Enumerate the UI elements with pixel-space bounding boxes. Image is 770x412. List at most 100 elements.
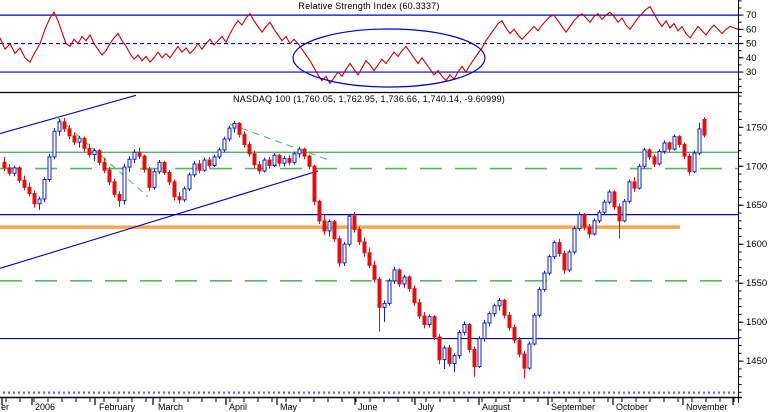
month-label-June: June [358,402,378,412]
candle-body [117,193,122,202]
candle-body [657,150,662,165]
candle-body [22,179,27,188]
candle-body [602,201,607,213]
candle-body [262,159,267,172]
candle-body [507,314,512,329]
candle-body [337,238,342,264]
candle-body [42,179,47,200]
candle-body [527,343,532,369]
candle-body [307,155,312,167]
candle-body [627,181,632,202]
candle-body [127,158,132,168]
candle-body [457,331,462,357]
candle-body [272,154,277,166]
candle-body [532,314,537,345]
candle-body [147,168,152,188]
month-label-September: September [551,402,595,412]
candle-body [192,163,197,176]
candle-body [347,215,352,245]
candle-body [92,150,97,156]
month-label-er: er [1,402,9,412]
candle-body [32,193,37,205]
candle-body [242,133,247,145]
candle-body [622,200,627,222]
candle-body [517,339,522,355]
candle-body [162,161,167,174]
candle-body [477,338,482,368]
month-label-May: May [280,402,298,412]
candle-body [112,181,117,195]
candle-body [387,280,392,304]
candle-body [122,166,127,202]
candle-body [697,128,702,154]
candle-body [237,122,242,135]
candle-body [247,143,252,155]
candle-body [57,121,62,132]
candle-body [37,198,42,205]
candle-body [417,302,422,317]
month-label-July: July [418,402,435,412]
rsi-axis-label: 50 [746,39,757,50]
price-axis-label: 1500 [746,317,767,328]
candle-body [497,299,502,307]
candle-body [452,355,457,364]
candle-body [437,336,442,361]
rsi-axis-label: 60 [746,24,757,35]
candle-body [472,348,477,368]
candle-body [17,167,22,181]
rsi-axis-label: 70 [746,10,757,21]
candle-body [557,242,562,255]
candle-body [562,253,567,271]
candle-body [592,220,597,235]
oversold-ellipse-annotation [292,28,486,88]
candle-body [72,135,77,143]
candle-body [312,165,317,202]
candle-body [287,157,292,163]
candle-body [252,153,257,166]
candle-body [132,151,137,160]
candle-body [377,278,382,308]
candle-body [322,220,327,232]
candle-body [222,138,227,151]
candle-body [52,130,57,158]
candle-body [412,288,417,304]
candle-body [157,161,162,173]
month-label-November: November [686,402,728,412]
rsi-panel-title: Relative Strength Index (60.3337) [298,1,440,11]
candle-body [277,154,282,164]
price-axis-label: 1650 [746,200,767,211]
candle-body [427,316,432,326]
candle-body [367,252,372,266]
candle-body [212,156,217,166]
candle-body [467,324,472,350]
candle-body [632,181,637,189]
candle-body [577,214,582,230]
candle-body [582,214,587,228]
candle-body [502,299,507,316]
candle-body [27,186,32,195]
candle-body [422,315,427,326]
price-axis-label: 1700 [746,161,767,172]
month-label-October: October [616,402,648,412]
candle-body [382,302,387,308]
candle-body [167,172,172,183]
candle-body [402,276,407,285]
trend-line-1 [0,170,319,269]
candle-body [492,305,497,315]
month-label-2006: 2006 [35,402,55,412]
candle-body [542,272,547,290]
candle-body [567,251,572,271]
candle-body [107,169,112,183]
month-label-February: February [99,402,136,412]
candle-body [297,148,302,155]
candle-body [652,156,657,165]
candle-body [227,127,232,140]
candle-body [667,142,672,150]
candle-body [487,313,492,324]
candle-body [642,149,647,167]
candle-body [152,171,157,188]
candle-body [172,181,177,198]
candle-body [2,161,7,169]
price-axis-label: 1450 [746,356,767,367]
candle-body [142,155,147,170]
